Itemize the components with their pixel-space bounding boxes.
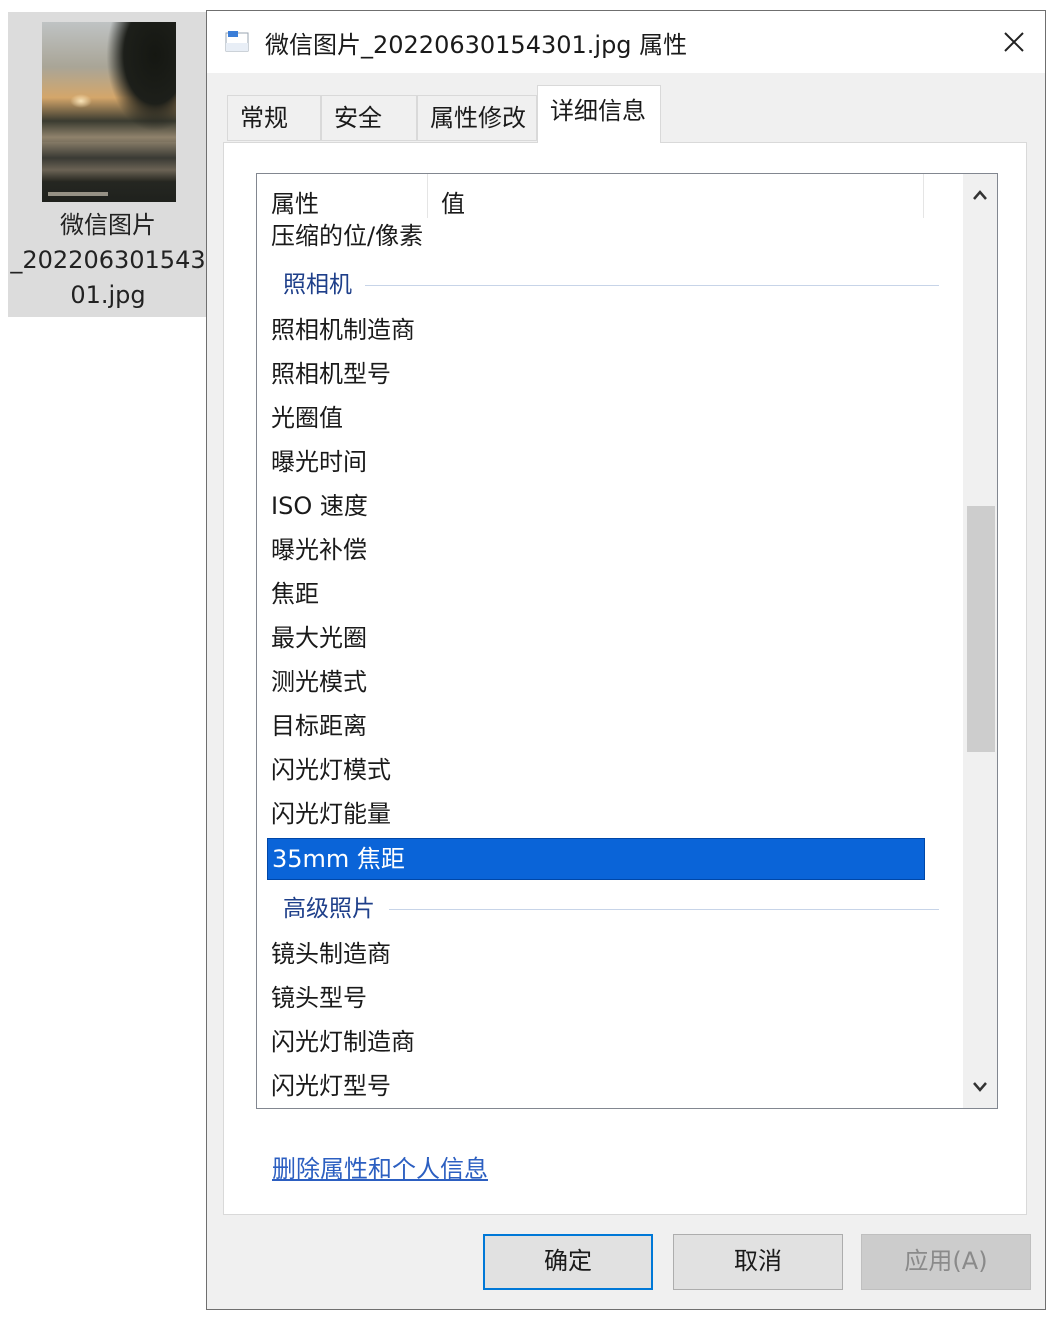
column-header: 属性 值 [257, 174, 957, 218]
list-item[interactable]: 闪光灯制造商 [267, 1022, 925, 1064]
close-icon [1004, 32, 1024, 52]
property-list[interactable]: 属性 值 压缩的位/像素 照相机 照相机制造商 照相机型号 光圈值 曝光时间 I… [256, 173, 998, 1109]
desktop-file-item[interactable]: 微信图片 _202206301543 01.jpg [8, 12, 208, 317]
list-item-selected[interactable]: 35mm 焦距 [267, 838, 925, 880]
list-item[interactable]: 曝光时间 [267, 442, 925, 484]
column-property[interactable]: 属性 [271, 184, 319, 219]
image-file-icon [225, 31, 249, 52]
ok-button[interactable]: 确定 [483, 1234, 653, 1290]
tab-general[interactable]: 常规 [227, 95, 321, 141]
image-thumbnail [42, 22, 176, 202]
apply-button[interactable]: 应用(A) [861, 1234, 1031, 1290]
list-item[interactable]: 焦距 [267, 574, 925, 616]
cancel-button[interactable]: 取消 [673, 1234, 843, 1290]
details-panel: 属性 值 压缩的位/像素 照相机 照相机制造商 照相机型号 光圈值 曝光时间 I… [223, 142, 1027, 1215]
list-item[interactable]: 压缩的位/像素 [267, 216, 925, 258]
chevron-up-icon [973, 190, 987, 200]
list-item[interactable]: 照相机型号 [267, 354, 925, 396]
list-item[interactable]: 闪光灯型号 [267, 1066, 925, 1108]
vertical-scrollbar[interactable] [963, 174, 997, 1108]
list-item[interactable]: 目标距离 [267, 706, 925, 748]
list-item[interactable]: 闪光灯能量 [267, 794, 925, 836]
remove-properties-link[interactable]: 删除属性和个人信息 [272, 1149, 488, 1184]
close-button[interactable] [983, 11, 1045, 73]
list-item[interactable]: 镜头制造商 [267, 934, 925, 976]
dialog-title: 微信图片_20220630154301.jpg 属性 [265, 31, 688, 59]
list-item[interactable]: 光圈值 [267, 398, 925, 440]
title-bar: 微信图片_20220630154301.jpg 属性 [207, 11, 1045, 73]
tab-security[interactable]: 安全 [321, 95, 417, 141]
tab-details[interactable]: 详细信息 [537, 85, 661, 143]
column-value[interactable]: 值 [441, 184, 465, 219]
scroll-down-button[interactable] [963, 1070, 997, 1104]
scroll-thumb[interactable] [967, 506, 995, 752]
list-item[interactable]: 曝光补偿 [267, 530, 925, 572]
list-item[interactable]: 最大光圈 [267, 618, 925, 660]
list-item[interactable]: 测光模式 [267, 662, 925, 704]
group-header-camera: 照相机 [283, 270, 939, 300]
scroll-up-button[interactable] [963, 178, 997, 212]
chevron-down-icon [973, 1082, 987, 1092]
properties-dialog: 微信图片_20220630154301.jpg 属性 常规 安全 属性修改 详细… [206, 10, 1046, 1310]
list-item[interactable]: 闪光灯模式 [267, 750, 925, 792]
list-item[interactable]: 镜头型号 [267, 978, 925, 1020]
list-item[interactable]: 照相机制造商 [267, 310, 925, 352]
file-name-label: 微信图片 _202206301543 01.jpg [10, 211, 206, 309]
group-header-advanced-photo: 高级照片 [283, 894, 939, 924]
list-item[interactable]: ISO 速度 [267, 486, 925, 528]
tab-property-edit[interactable]: 属性修改 [417, 95, 537, 141]
